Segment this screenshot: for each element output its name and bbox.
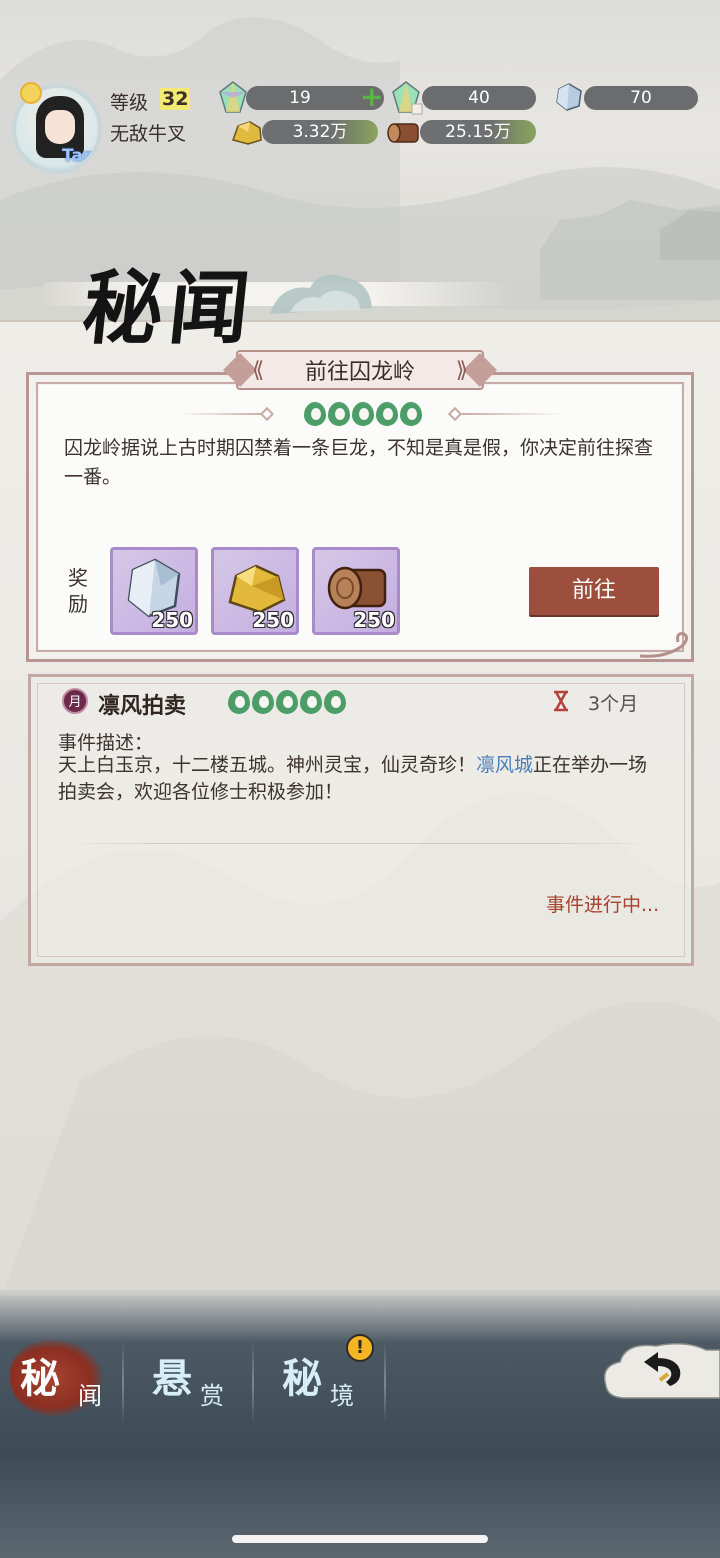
- reward-spirit-stone[interactable]: 250: [110, 547, 198, 635]
- reward-label: 奖励: [68, 566, 88, 616]
- difficulty-drop-icon: [328, 402, 350, 426]
- event-desc-part1: 天上白玉京，十二楼五城。神州灵宝，仙灵奇珍！: [58, 754, 477, 776]
- event-desc-label: 事件描述：: [58, 732, 154, 754]
- difficulty-drop-icon: [400, 402, 422, 426]
- avatar-face: [45, 110, 75, 144]
- level-label: 等级: [110, 92, 149, 114]
- difficulty-drop-icon: [324, 690, 346, 714]
- event-description: 天上白玉京，十二楼五城。神州灵宝，仙灵奇珍！凛风城正在举办一场拍卖会，欢迎各位修…: [58, 752, 658, 806]
- difficulty-drop-icon: [228, 690, 250, 714]
- difficulty-drop-icon: [276, 690, 298, 714]
- go-button[interactable]: 前往: [529, 567, 659, 615]
- rainbow-crystal-icon: [219, 81, 247, 113]
- reward-quantity: 250: [151, 608, 193, 632]
- tab-bounty[interactable]: 悬 赏: [150, 1340, 240, 1422]
- resource-bar-rainbow-ticket: 40: [422, 86, 536, 110]
- sun-icon: [20, 82, 42, 104]
- page-title-area: 秘闻: [0, 230, 720, 355]
- alert-icon: !: [346, 1334, 374, 1362]
- resource-value: 3.32万: [292, 122, 348, 142]
- banner-left-deco-icon: ⟪: [252, 358, 265, 383]
- spirit-stone-icon: [556, 83, 582, 111]
- event-duration: 3个月: [588, 693, 639, 715]
- add-crystal-plus-icon[interactable]: +: [360, 83, 384, 111]
- quest-description: 囚龙岭据说上古时期囚禁着一条巨龙，不知是真是假，你决定前往探查一番。: [64, 437, 654, 488]
- gold-ore-icon: [232, 121, 262, 145]
- corner-swirl-icon: [639, 632, 689, 658]
- wood-log-icon: [387, 123, 419, 143]
- difficulty-drop-icon: [376, 402, 398, 426]
- hourglass-icon: [554, 690, 568, 712]
- resource-value: 70: [630, 88, 652, 108]
- resource-value: 40: [468, 88, 490, 108]
- divider-left: [180, 413, 264, 415]
- event-separator: [66, 843, 656, 844]
- reward-quantity: 250: [353, 608, 395, 632]
- resource-bar-gold: 3.32万: [262, 120, 378, 144]
- event-title: 凛风拍卖: [98, 694, 187, 719]
- difficulty-drop-icon: [252, 690, 274, 714]
- city-link[interactable]: 凛风城: [476, 754, 533, 776]
- page-title: 秘闻: [78, 261, 261, 355]
- difficulty-drop-icon: [352, 402, 374, 426]
- resource-bar-wood: 25.15万: [420, 120, 536, 144]
- tab-small-char: 闻: [78, 1382, 102, 1410]
- month-badge-icon: 月: [62, 688, 88, 714]
- quest-title: 前往囚龙岭: [304, 360, 415, 385]
- rainbow-crystal-ticket-icon: [392, 81, 423, 115]
- resource-bar-spirit-stone: 70: [584, 86, 698, 110]
- tab-big-char: 秘: [282, 1355, 322, 1402]
- reward-gold-ore[interactable]: 250: [211, 547, 299, 635]
- event-status: 事件进行中...: [546, 894, 660, 916]
- tab-secrets-news[interactable]: 秘 闻: [10, 1340, 110, 1422]
- divider-right: [462, 413, 562, 415]
- difficulty-drop-icon: [300, 690, 322, 714]
- banner-right-deco-icon: ⟫: [455, 358, 468, 383]
- tab-separator: [252, 1340, 254, 1424]
- tab-small-char: 境: [330, 1382, 354, 1410]
- tab-big-char: 悬: [152, 1355, 192, 1402]
- level-value: 32: [160, 88, 191, 110]
- home-indicator[interactable]: [232, 1535, 488, 1543]
- tab-separator: [384, 1340, 386, 1424]
- resource-value: 19: [289, 88, 311, 108]
- reward-quantity: 250: [252, 608, 294, 632]
- top-status-bar: Tap 等级 32 无敌牛叉 19 + 40 70 3.32万 25.15万: [0, 0, 720, 174]
- player-name: 无敌牛叉: [110, 123, 187, 145]
- avatar-tap-label: Tap: [62, 146, 96, 166]
- quest-title-banner: ⟪ 前往囚龙岭 ⟫: [236, 350, 484, 390]
- tab-separator: [122, 1340, 124, 1424]
- resource-value: 25.15万: [445, 122, 511, 142]
- tab-small-char: 赏: [200, 1382, 224, 1410]
- tab-big-char: 秘: [20, 1355, 60, 1402]
- difficulty-drop-icon: [304, 402, 326, 426]
- reward-wood-log[interactable]: 250: [312, 547, 400, 635]
- cloud-ornament-icon: [270, 274, 372, 314]
- quest-difficulty: [304, 402, 422, 426]
- event-difficulty: [228, 690, 346, 714]
- back-button[interactable]: [596, 1336, 720, 1410]
